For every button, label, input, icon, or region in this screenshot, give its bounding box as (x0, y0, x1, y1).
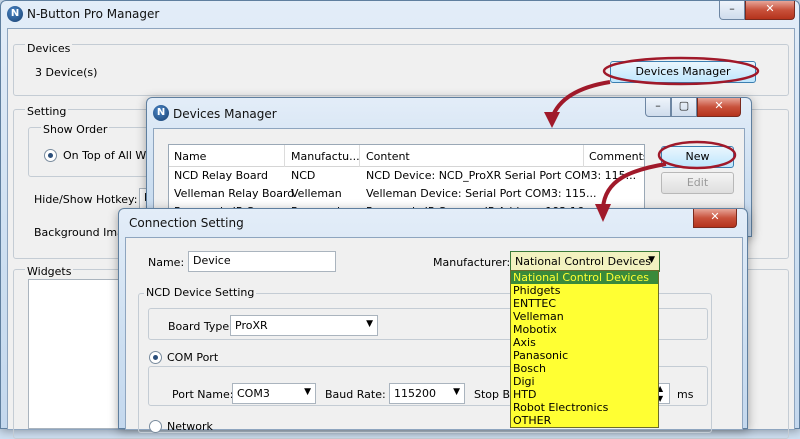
name-field[interactable]: Device (188, 251, 336, 272)
port-name-select-value: COM3 (237, 387, 270, 400)
table-cell: Velleman (291, 187, 342, 200)
chevron-down-icon: ▼ (304, 387, 311, 397)
board-type-select[interactable]: ProXR ▼ (230, 315, 378, 336)
board-type-label: Board Type: (168, 320, 233, 333)
table-cell: NCD Device: NCD_ProXR Serial Port COM3: … (366, 169, 637, 182)
hotkey-label: Hide/Show Hotkey: (34, 193, 138, 206)
manufacturer-select-value: National Control Devices (515, 255, 651, 268)
table-row[interactable]: Velleman Relay Board Velleman Velleman Dev… (169, 185, 644, 203)
manufacturer-option[interactable]: OTHER (511, 414, 658, 427)
manufacturer-option[interactable]: Robot Electronics (511, 401, 658, 414)
close-button[interactable]: ✕ (693, 209, 737, 228)
com-port-label: COM Port (167, 351, 219, 364)
manufacturer-option[interactable]: Mobotix (511, 323, 658, 336)
board-type-select-value: ProXR (235, 319, 268, 332)
close-button[interactable]: ✕ (697, 98, 741, 117)
manufacturer-option[interactable]: Digi (511, 375, 658, 388)
baud-rate-label: Baud Rate: (325, 388, 386, 401)
column-header-manufacturer[interactable]: Manufactu... (291, 150, 360, 163)
app-logo-icon: N (7, 6, 23, 22)
manufacturer-option[interactable]: National Control Devices (511, 271, 658, 284)
main-window-title: N-Button Pro Manager (27, 7, 160, 21)
manufacturer-option[interactable]: HTD (511, 388, 658, 401)
edit-device-button[interactable]: Edit (661, 172, 734, 194)
manufacturer-option[interactable]: Axis (511, 336, 658, 349)
close-button[interactable]: ✕ (745, 1, 795, 20)
connection-setting-title: Connection Setting (129, 216, 244, 230)
manufacturer-option[interactable]: Panasonic (511, 349, 658, 362)
column-header-name[interactable]: Name (174, 150, 206, 163)
port-name-select[interactable]: COM3 ▼ (232, 383, 316, 404)
chevron-down-icon: ▼ (453, 387, 460, 397)
show-order-radio[interactable] (44, 149, 57, 162)
maximize-button[interactable]: ▢ (671, 98, 697, 117)
devices-table-header: Name Manufactu... Content Comments (169, 145, 644, 167)
manufacturer-label: Manufacturer: (433, 256, 511, 269)
com-port-radio[interactable] (149, 351, 162, 364)
network-label: Network (167, 420, 213, 433)
port-name-label: Port Name: (172, 388, 234, 401)
name-label: Name: (148, 256, 185, 269)
device-count: 3 Device(s) (35, 66, 98, 79)
column-header-comments[interactable]: Comments (589, 150, 644, 163)
setting-group-label: Setting (25, 105, 69, 118)
ncd-device-group-label: NCD Device Setting (144, 286, 257, 299)
chevron-down-icon: ▼ (648, 255, 655, 265)
manufacturer-option[interactable]: Phidgets (511, 284, 658, 297)
manufacturer-option[interactable]: ENTTEC (511, 297, 658, 310)
devices-group-label: Devices (25, 42, 73, 55)
table-cell: NCD (291, 169, 316, 182)
manufacturer-option[interactable]: Velleman (511, 310, 658, 323)
new-device-button[interactable]: New (661, 146, 734, 168)
column-divider (284, 145, 285, 167)
network-radio[interactable] (149, 420, 162, 433)
manufacturer-select[interactable]: National Control Devices ▼ (510, 251, 660, 272)
column-divider (359, 145, 360, 167)
show-order-label: Show Order (41, 123, 110, 136)
minimize-button[interactable]: – (719, 1, 745, 20)
table-cell: Velleman Device: Serial Port COM3: 115..… (366, 187, 597, 200)
table-cell: Velleman Relay Board (174, 187, 295, 200)
column-header-content[interactable]: Content (366, 150, 410, 163)
manufacturer-option[interactable]: Bosch (511, 362, 658, 375)
chevron-down-icon: ▼ (366, 319, 373, 329)
baud-rate-select[interactable]: 115200 ▼ (389, 383, 465, 404)
ms-label: ms (677, 388, 694, 401)
devices-manager-title: Devices Manager (173, 107, 277, 121)
column-divider (583, 145, 584, 167)
table-row[interactable]: NCD Relay Board NCD NCD Device: NCD_ProXR … (169, 167, 644, 185)
widgets-group-label: Widgets (25, 265, 74, 278)
devices-manager-button[interactable]: Devices Manager (610, 61, 756, 83)
minimize-button[interactable]: – (645, 98, 671, 117)
table-cell: NCD Relay Board (174, 169, 268, 182)
app-logo-icon: N (153, 105, 169, 121)
manufacturer-dropdown-list[interactable]: National Control Devices Phidgets ENTTEC Ve… (510, 270, 659, 428)
baud-rate-select-value: 115200 (394, 387, 436, 400)
